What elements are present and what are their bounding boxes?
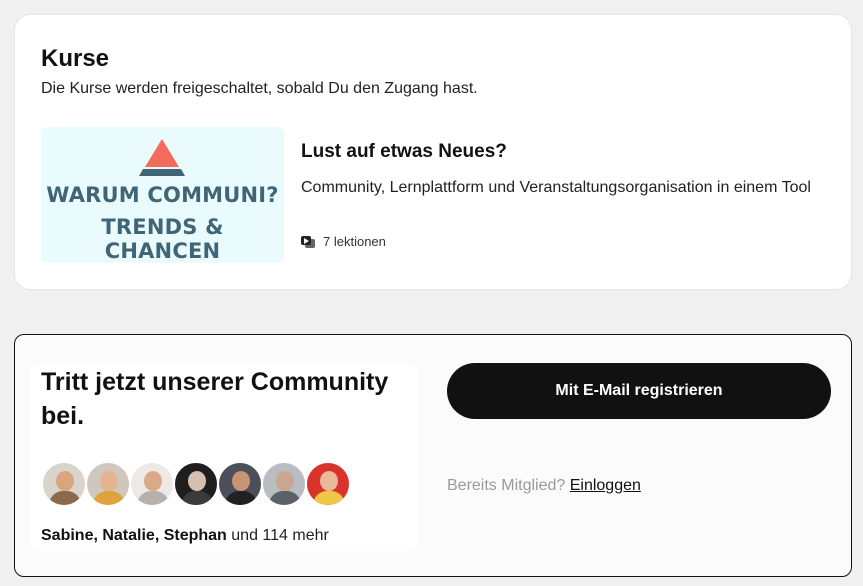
course-thumbnail[interactable]: WARUM COMMUNI? TRENDS & CHANCEN [41,127,284,263]
avatar [41,461,87,507]
join-title: Tritt jetzt unserer Community bei. [41,368,389,430]
avatar [305,461,351,507]
avatar [261,461,307,507]
already-member-label: Bereits Mitglied? [447,477,570,494]
communi-logo-icon [139,139,185,176]
join-community-card: Tritt jetzt unserer Community bei. Sabin… [14,334,852,577]
register-email-button[interactable]: Mit E-Mail registrieren [447,363,831,419]
avatar [173,461,219,507]
thumbnail-title-line1: WARUM COMMUNI? [46,183,279,207]
course-lesson-count: 7 lektionen [301,234,386,249]
courses-subtitle: Die Kurse werden freigeschaltet, sobald … [41,80,478,97]
member-avatars [41,461,351,507]
avatar [129,461,175,507]
avatar [85,461,131,507]
courses-title: Kurse [41,45,110,72]
avatar [217,461,263,507]
lesson-count-label: 7 lektionen [323,234,386,249]
thumbnail-title-line2: TRENDS & CHANCEN [101,215,224,263]
course-title[interactable]: Lust auf etwas Neues? [301,141,507,163]
courses-card: Kurse Die Kurse werden freigeschaltet, s… [14,14,852,290]
member-summary: Sabine, Natalie, Stephan und 114 mehr [41,527,329,545]
join-info-panel: Tritt jetzt unserer Community bei. Sabin… [29,363,419,551]
video-lessons-icon [301,235,315,248]
course-description: Community, Lernplattform und Veranstaltu… [301,179,811,196]
login-link[interactable]: Einloggen [570,477,641,494]
login-prompt: Bereits Mitglied? Einloggen [447,477,641,495]
member-names: Sabine, Natalie, Stephan [41,527,227,544]
member-more: und 114 mehr [226,527,329,544]
